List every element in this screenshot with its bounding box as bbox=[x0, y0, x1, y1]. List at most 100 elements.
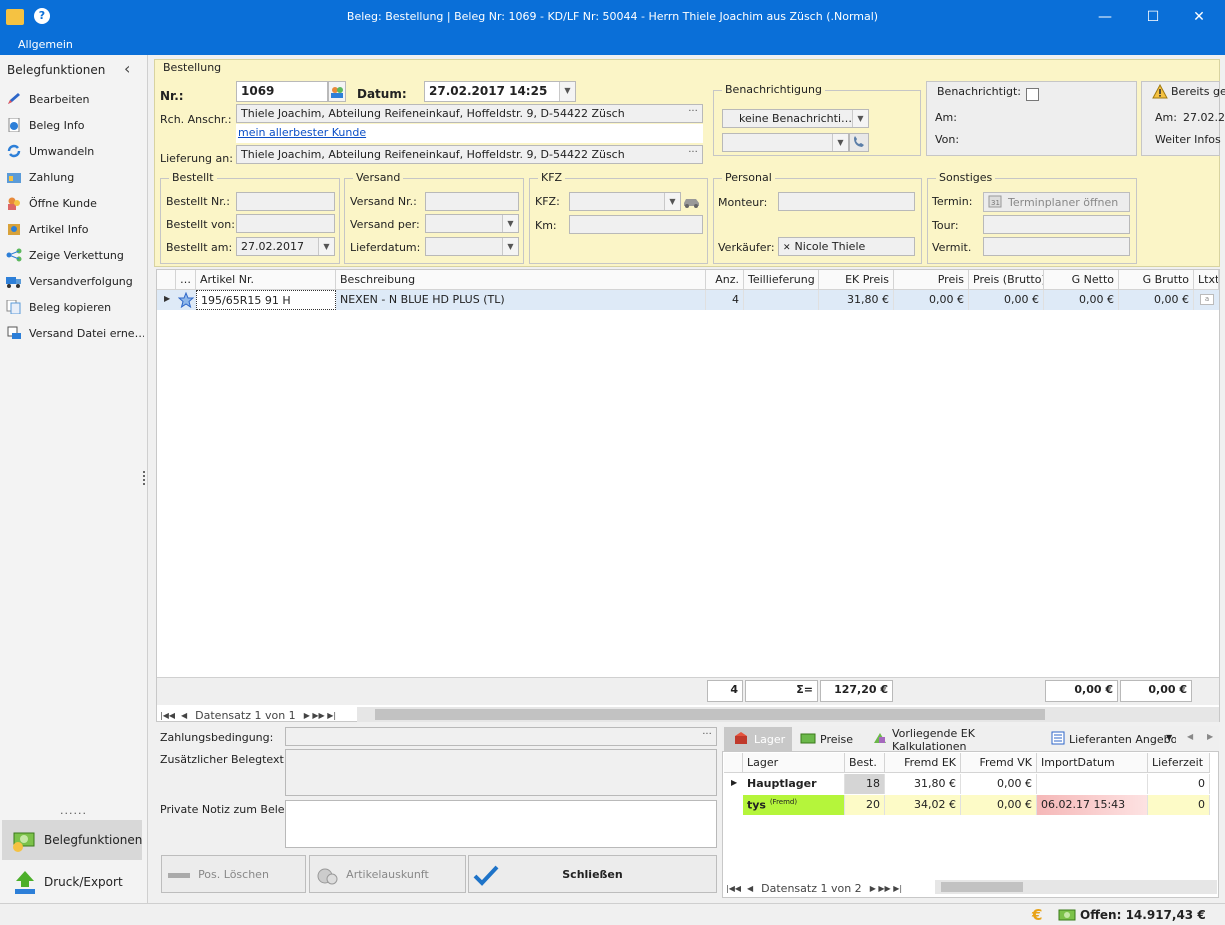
lager-cell-datum[interactable]: 06.02.17 15:43 bbox=[1037, 795, 1148, 815]
grid-header-ltxt[interactable]: Ltxt bbox=[1194, 270, 1219, 290]
chevron-down-icon[interactable]: ▼ bbox=[832, 134, 848, 151]
clear-icon[interactable]: ✕ bbox=[783, 243, 791, 253]
tab-ek-kalkulationen[interactable]: Vorliegende EK Kalkulationen bbox=[872, 727, 1042, 753]
tab-preise[interactable]: Preise bbox=[800, 727, 860, 752]
customer-lookup-button[interactable] bbox=[328, 81, 346, 102]
tab-lager[interactable]: Lager bbox=[724, 727, 792, 752]
ltxt-icon[interactable]: a bbox=[1200, 294, 1214, 305]
horizontal-scrollbar[interactable] bbox=[357, 707, 1219, 722]
lager-cell-vk[interactable]: 0,00 € bbox=[961, 774, 1037, 794]
rch-anschrift-field[interactable]: Thiele Joachim, Abteilung Reifeneinkauf,… bbox=[236, 104, 703, 123]
nr-field[interactable]: 1069 bbox=[236, 81, 328, 102]
grid-header-g-brutto[interactable]: G Brutto bbox=[1119, 270, 1194, 290]
monteur-field[interactable] bbox=[778, 192, 915, 211]
collapse-icon[interactable]: ‹ bbox=[124, 59, 130, 78]
scrollbar-thumb[interactable] bbox=[375, 709, 1045, 720]
maximize-button[interactable]: ☐ bbox=[1142, 6, 1164, 28]
vermit-field[interactable] bbox=[983, 237, 1130, 256]
chevron-down-icon[interactable]: ▼ bbox=[502, 215, 518, 232]
menu-allgemein[interactable]: Allgemein bbox=[18, 38, 73, 51]
chevron-down-icon[interactable]: ▼ bbox=[318, 238, 334, 255]
cell-preis[interactable]: 0,00 € bbox=[894, 290, 969, 310]
grid-header-beschreibung[interactable]: Beschreibung bbox=[336, 270, 706, 290]
chevron-down-icon[interactable]: ▼ bbox=[664, 193, 680, 210]
grid-header-teillieferung[interactable]: Teillieferung bbox=[744, 270, 819, 290]
cell-g-netto[interactable]: 0,00 € bbox=[1044, 290, 1119, 310]
lager-header-lager[interactable]: Lager bbox=[743, 753, 845, 773]
lager-cell-lieferzeit[interactable]: 0 bbox=[1148, 774, 1210, 794]
sidebar-item-bearbeiten[interactable]: Bearbeiten bbox=[6, 88, 144, 110]
tab-dropdown-icon[interactable]: ▼ bbox=[1166, 733, 1172, 742]
sidebar-druck-export-button[interactable]: Druck/Export bbox=[2, 862, 142, 902]
lager-header-fremd-ek[interactable]: Fremd EK bbox=[885, 753, 961, 773]
sidebar-item-verkettung[interactable]: Zeige Verkettung bbox=[6, 244, 144, 266]
chevron-down-icon[interactable]: ▼ bbox=[502, 238, 518, 255]
chevron-down-icon[interactable]: ▼ bbox=[559, 82, 575, 101]
grid-header-g-netto[interactable]: G Netto bbox=[1044, 270, 1119, 290]
minimize-button[interactable]: — bbox=[1094, 6, 1116, 28]
nav-first-icon[interactable]: |◀◀ bbox=[726, 884, 741, 893]
lager-cell-ek[interactable]: 31,80 € bbox=[885, 774, 961, 794]
sidebar-item-beleg-kopieren[interactable]: Beleg kopieren bbox=[6, 296, 144, 318]
car-button[interactable] bbox=[682, 192, 703, 211]
lager-cell-name[interactable]: tys (Fremd) bbox=[743, 795, 845, 815]
benachrichtigung-select[interactable]: keine Benachrichti… ▼ bbox=[722, 109, 869, 128]
sidebar-item-versand-datei[interactable]: Versand Datei erne… bbox=[6, 322, 144, 344]
sidebar-item-zahlung[interactable]: Zahlung bbox=[6, 166, 144, 188]
grid-header-anz[interactable]: Anz. bbox=[706, 270, 744, 290]
sidebar-item-umwandeln[interactable]: Umwandeln bbox=[6, 140, 144, 162]
grid-header-ek-preis[interactable]: EK Preis bbox=[819, 270, 894, 290]
chevron-down-icon[interactable]: ▼ bbox=[852, 110, 868, 127]
sidebar-item-beleg-info[interactable]: Beleg Info bbox=[6, 114, 144, 136]
artikelauskunft-button[interactable]: Artikelauskunft bbox=[309, 855, 466, 893]
cell-ek-preis[interactable]: 31,80 € bbox=[819, 290, 894, 310]
cell-g-brutto[interactable]: 0,00 € bbox=[1119, 290, 1194, 310]
phone-button[interactable] bbox=[849, 133, 869, 152]
km-field[interactable] bbox=[569, 215, 703, 234]
lager-cell-best[interactable]: 18 bbox=[845, 774, 885, 794]
nav-first-icon[interactable]: |◀◀ bbox=[160, 711, 175, 720]
lieferdatum-field[interactable]: ▼ bbox=[425, 237, 519, 256]
nav-prev-icon[interactable]: ◀ bbox=[181, 711, 187, 720]
ellipsis-button[interactable]: ··· bbox=[684, 105, 702, 122]
tour-field[interactable] bbox=[983, 215, 1130, 234]
lager-cell-lieferzeit[interactable]: 0 bbox=[1148, 795, 1210, 815]
bestellt-nr-field[interactable] bbox=[236, 192, 335, 211]
ellipsis-button[interactable]: ··· bbox=[698, 728, 716, 745]
sidebar-item-artikel-info[interactable]: Artikel Info bbox=[6, 218, 144, 240]
ellipsis-button[interactable]: ··· bbox=[684, 146, 702, 163]
sidebar-belegfunktionen-button[interactable]: Belegfunktionen bbox=[2, 820, 142, 860]
benachrichtigt-checkbox[interactable] bbox=[1026, 88, 1039, 101]
pos-loeschen-button[interactable]: Pos. Löschen bbox=[161, 855, 306, 893]
nav-next-icon[interactable]: ▶ ▶▶ ▶| bbox=[304, 711, 336, 720]
grid-header-artikel[interactable]: Artikel Nr. bbox=[196, 270, 336, 290]
zusatz-textarea[interactable] bbox=[285, 749, 717, 796]
lager-scrollbar[interactable] bbox=[935, 880, 1217, 894]
schliessen-button[interactable]: Schließen bbox=[468, 855, 717, 893]
notiz-textarea[interactable] bbox=[285, 800, 717, 848]
tab-lieferanten-angebote[interactable]: Lieferanten Angebo bbox=[1051, 727, 1176, 752]
grid-header-preis[interactable]: Preis bbox=[894, 270, 969, 290]
bestellt-von-field[interactable] bbox=[236, 214, 335, 233]
lager-cell-name[interactable]: Hauptlager bbox=[743, 774, 845, 794]
lieferung-field[interactable]: Thiele Joachim, Abteilung Reifeneinkauf,… bbox=[236, 145, 703, 164]
cell-teillieferung[interactable] bbox=[744, 290, 819, 310]
terminplaner-button[interactable]: 31 Terminplaner öffnen bbox=[983, 192, 1130, 212]
nav-prev-icon[interactable]: ◀ bbox=[747, 884, 753, 893]
lager-cell-vk[interactable]: 0,00 € bbox=[961, 795, 1037, 815]
scrollbar-thumb[interactable] bbox=[941, 882, 1023, 892]
kfz-field[interactable]: ▼ bbox=[569, 192, 681, 211]
tab-next-icon[interactable]: ▶ bbox=[1207, 732, 1213, 741]
lager-header-importdatum[interactable]: ImportDatum bbox=[1037, 753, 1148, 773]
grid-header-options[interactable]: … bbox=[176, 270, 196, 290]
bestellt-am-field[interactable]: 27.02.2017 ▼ bbox=[236, 237, 335, 256]
cell-artikel[interactable]: 195/65R15 91 H bbox=[196, 290, 336, 310]
zahlung-field[interactable]: ··· bbox=[285, 727, 717, 746]
splitter-handle[interactable] bbox=[143, 471, 146, 485]
kunde-link[interactable]: mein allerbester Kunde bbox=[238, 126, 366, 139]
versand-nr-field[interactable] bbox=[425, 192, 519, 211]
lager-header-lieferzeit[interactable]: Lieferzeit bbox=[1148, 753, 1210, 773]
sidebar-item-versandverfolgung[interactable]: Versandverfolgung bbox=[6, 270, 144, 292]
close-button[interactable]: ✕ bbox=[1188, 6, 1210, 28]
cell-beschreibung[interactable]: NEXEN - N BLUE HD PLUS (TL) bbox=[336, 290, 706, 310]
